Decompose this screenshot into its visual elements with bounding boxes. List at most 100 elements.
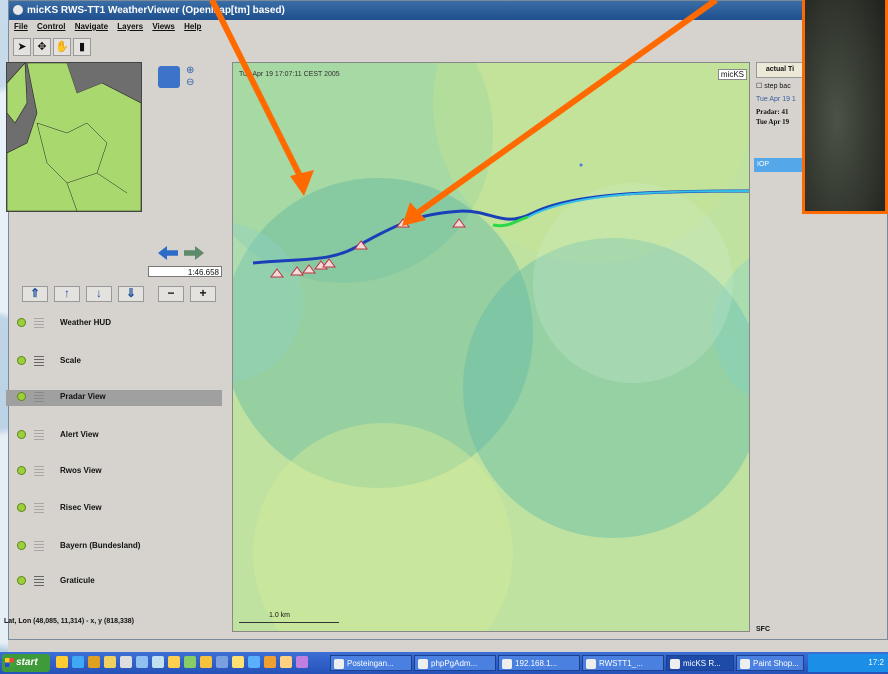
- layer-row-rwos-view[interactable]: Rwos View: [6, 464, 222, 480]
- visibility-bulb-icon[interactable]: [18, 393, 25, 400]
- visibility-bulb-icon[interactable]: [18, 467, 25, 474]
- layer-label: Pradar View: [60, 392, 106, 401]
- quicklaunch-icon[interactable]: [104, 656, 116, 668]
- quicklaunch-icon[interactable]: [248, 656, 260, 668]
- window-title: micKS RWS-TT1 WeatherViewer (OpenMap[tm]…: [27, 5, 285, 16]
- layer-row-graticule[interactable]: Graticule: [6, 574, 222, 590]
- layer-palette-icon[interactable]: [34, 503, 44, 513]
- network-icon: [502, 659, 512, 669]
- overview-map-drawing: [7, 63, 141, 211]
- layer-row-alert-view[interactable]: Alert View: [6, 428, 222, 444]
- task-label: Posteingan...: [347, 659, 394, 668]
- visibility-bulb-icon[interactable]: [18, 504, 25, 511]
- task-micks[interactable]: micKS R...: [666, 655, 734, 671]
- layer-row-scale[interactable]: Scale: [6, 354, 222, 370]
- move-up-button[interactable]: ↑: [54, 286, 80, 302]
- move-bottom-button[interactable]: ⇓: [118, 286, 144, 302]
- photo-inset: [802, 0, 888, 214]
- layer-palette-icon[interactable]: [34, 392, 44, 402]
- quicklaunch-icon[interactable]: [88, 656, 100, 668]
- menu-navigate[interactable]: Navigate: [75, 22, 108, 31]
- layer-row-risec-view[interactable]: Risec View: [6, 501, 222, 517]
- menu-control[interactable]: Control: [37, 22, 65, 31]
- menu-file[interactable]: File: [14, 22, 28, 31]
- layer-row-pradar-view[interactable]: Pradar View: [6, 390, 222, 406]
- remove-layer-button[interactable]: −: [158, 286, 184, 302]
- quicklaunch-icon[interactable]: [216, 656, 228, 668]
- visibility-bulb-icon[interactable]: [18, 319, 25, 326]
- task-label: RWSTT1_...: [599, 659, 643, 668]
- quicklaunch-icon[interactable]: [296, 656, 308, 668]
- menu-help[interactable]: Help: [184, 22, 201, 31]
- layer-palette-icon[interactable]: [34, 576, 44, 586]
- paint-icon: [740, 659, 750, 669]
- task-rwstt1-folder[interactable]: RWSTT1_...: [582, 655, 664, 671]
- visibility-bulb-icon[interactable]: [18, 431, 25, 438]
- move-down-button[interactable]: ↓: [86, 286, 112, 302]
- route-overlay: [252, 163, 749, 278]
- quicklaunch-icon[interactable]: [72, 656, 84, 668]
- micks-logo: micKS: [717, 69, 747, 80]
- move-top-button[interactable]: ⇑: [22, 286, 48, 302]
- quicklaunch-icon[interactable]: [184, 656, 196, 668]
- pan-cross-icon[interactable]: ✥: [33, 38, 51, 56]
- layer-palette-icon[interactable]: [34, 356, 44, 366]
- task-label: phpPgAdm...: [431, 659, 478, 668]
- layer-label: Weather HUD: [60, 318, 111, 327]
- quicklaunch-icon[interactable]: [136, 656, 148, 668]
- tab-actual-time[interactable]: actual Ti: [756, 62, 804, 78]
- layer-label: Graticule: [60, 576, 95, 585]
- add-layer-button[interactable]: +: [190, 286, 216, 302]
- menu-bar: File Control Navigate Layers Views Help: [9, 20, 887, 34]
- quicklaunch-icon[interactable]: [120, 656, 132, 668]
- layer-label: Rwos View: [60, 466, 102, 475]
- menu-views[interactable]: Views: [152, 22, 175, 31]
- step-back-checkbox[interactable]: ☐ step bac: [756, 82, 802, 90]
- info-time-line: Tue Apr 19 1: [756, 96, 796, 103]
- iop-selection[interactable]: IOP: [754, 158, 802, 172]
- start-button[interactable]: start: [2, 654, 50, 672]
- quicklaunch-icon[interactable]: [232, 656, 244, 668]
- quicklaunch-icon[interactable]: [264, 656, 276, 668]
- hand-icon[interactable]: ✋: [53, 38, 71, 56]
- system-tray: 17:2: [808, 654, 888, 672]
- map-view[interactable]: Tue Apr 19 17:07:11 CEST 2005 micKS 1.0 …: [232, 62, 750, 632]
- task-label: micKS R...: [683, 659, 721, 668]
- layer-palette-icon[interactable]: [34, 430, 44, 440]
- layer-row-bayern[interactable]: Bayern (Bundesland): [6, 539, 222, 555]
- taskbar: start Posteingan... phpPgAdm... 192.168.…: [0, 652, 888, 674]
- window-titlebar[interactable]: micKS RWS-TT1 WeatherViewer (OpenMap[tm]…: [9, 1, 887, 20]
- menu-layers[interactable]: Layers: [117, 22, 143, 31]
- map-scale-bar: [239, 616, 339, 623]
- info-date-line: Tue Apr 19: [756, 118, 790, 126]
- status-bar: [8, 640, 888, 652]
- layer-palette-icon[interactable]: [34, 541, 44, 551]
- overview-map[interactable]: [6, 62, 142, 212]
- task-remote-desktop[interactable]: 192.168.1...: [498, 655, 580, 671]
- quicklaunch-icon[interactable]: [280, 656, 292, 668]
- layer-label: Scale: [60, 356, 81, 365]
- quicklaunch-icon[interactable]: [168, 656, 180, 668]
- zoom-out-icon[interactable]: ⊖: [186, 78, 196, 88]
- quicklaunch-icon[interactable]: [56, 656, 68, 668]
- visibility-bulb-icon[interactable]: [18, 577, 25, 584]
- layer-label: Alert View: [60, 430, 99, 439]
- navigation-compass-icon[interactable]: [158, 66, 180, 88]
- task-paint-shop[interactable]: Paint Shop...: [736, 655, 804, 671]
- select-arrow-icon[interactable]: ➤: [13, 38, 31, 56]
- quicklaunch-icon[interactable]: [152, 656, 164, 668]
- task-phppgadmin[interactable]: phpPgAdm...: [414, 655, 496, 671]
- visibility-bulb-icon[interactable]: [18, 542, 25, 549]
- scale-field[interactable]: 1:46.658: [148, 266, 222, 277]
- step-back-label: step bac: [764, 83, 791, 90]
- figure-icon[interactable]: ▮: [73, 38, 91, 56]
- visibility-bulb-icon[interactable]: [18, 357, 25, 364]
- map-timestamp: Tue Apr 19 17:07:11 CEST 2005: [239, 71, 340, 78]
- clock[interactable]: 17:2: [868, 658, 884, 667]
- task-posteingang[interactable]: Posteingan...: [330, 655, 412, 671]
- layer-row-weather-hud[interactable]: Weather HUD: [6, 316, 222, 332]
- quicklaunch-icon[interactable]: [200, 656, 212, 668]
- zoom-in-icon[interactable]: ⊕: [186, 66, 196, 76]
- layer-palette-icon[interactable]: [34, 318, 44, 328]
- layer-palette-icon[interactable]: [34, 466, 44, 476]
